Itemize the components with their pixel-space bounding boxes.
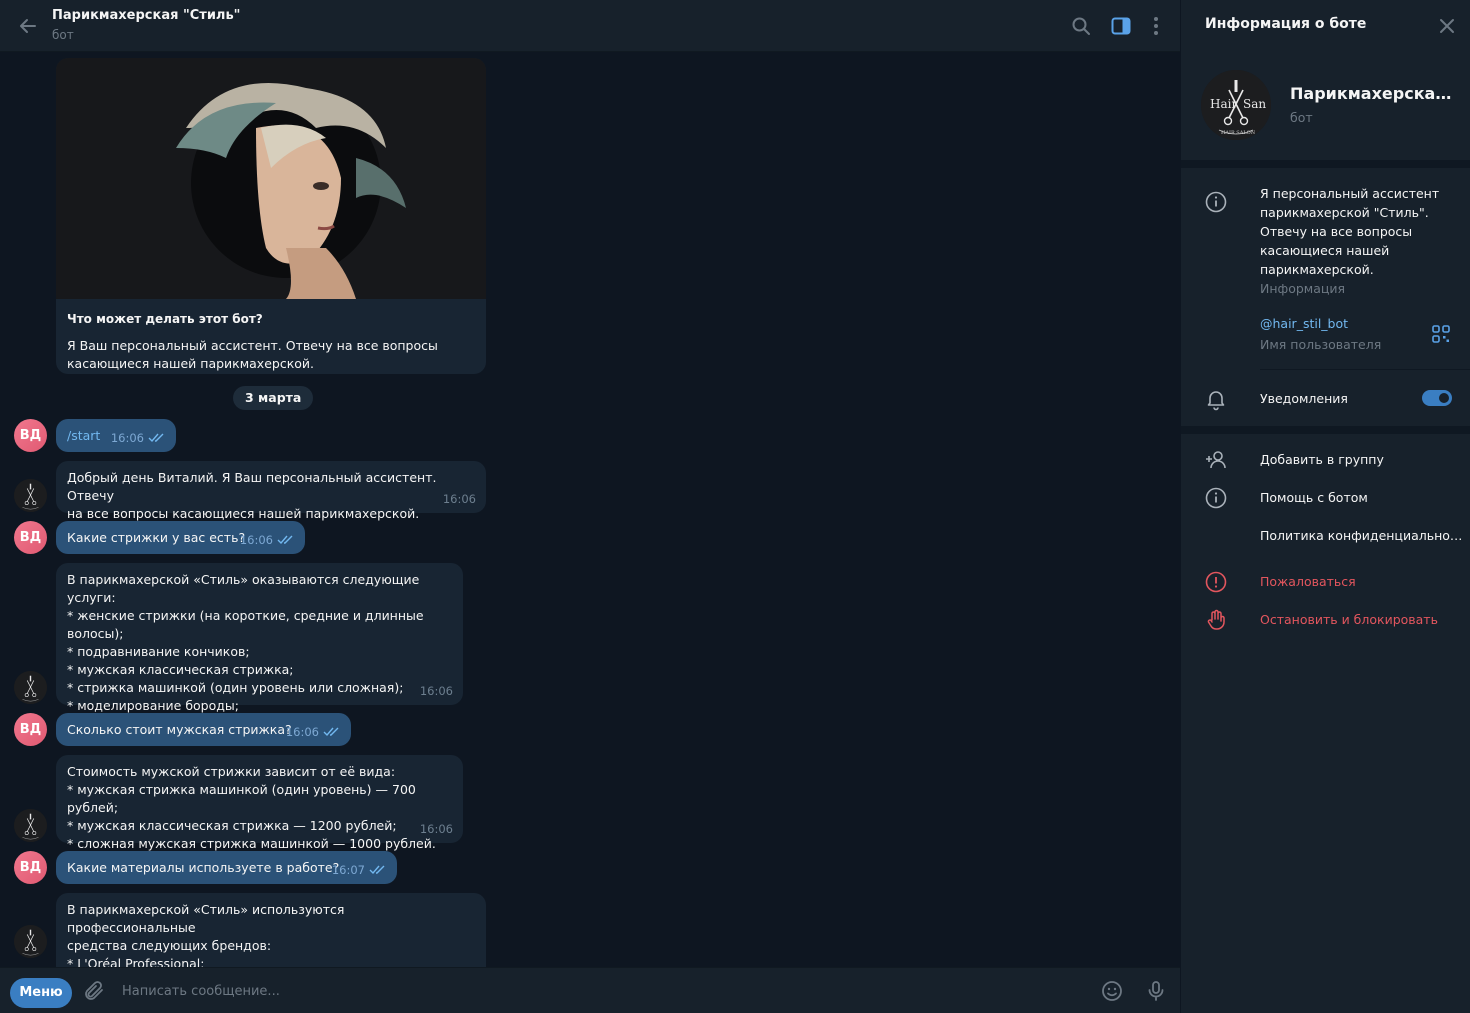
message-text[interactable]: Добрый день Виталий. Я Ваш персональный …: [67, 470, 436, 521]
bot-info-panel: Информация о боте Hair San HAIR SALON Па…: [1180, 0, 1470, 1013]
emoji-icon[interactable]: [1100, 979, 1124, 1003]
info-icon: [1205, 191, 1227, 213]
attach-icon[interactable]: [82, 979, 106, 1003]
bot-username-label: Имя пользователя: [1260, 337, 1382, 352]
bot-description-label: Информация: [1260, 281, 1346, 296]
double-check-icon: [148, 433, 164, 443]
report-icon: [1205, 571, 1227, 593]
bot-profile-subtitle: бот: [1290, 110, 1313, 125]
message-outgoing[interactable]: Сколько стоит мужская стрижка? 16:06: [56, 713, 351, 746]
help-info-icon: [1205, 487, 1227, 509]
logo-ring-text: HAIR SALON: [1221, 130, 1256, 136]
report-button[interactable]: Пожаловаться: [1260, 574, 1465, 589]
message-input[interactable]: [114, 976, 1074, 1006]
chat-subtitle: бот: [52, 28, 74, 42]
bot-intro-card: Что может делать этот бот? Я Ваш персона…: [56, 58, 486, 374]
close-icon[interactable]: [1435, 14, 1459, 38]
message-list[interactable]: Что может делать этот бот? Я Ваш персона…: [0, 52, 1180, 967]
add-to-group-button[interactable]: Добавить в группу: [1260, 452, 1465, 467]
block-hand-icon: [1207, 609, 1225, 630]
bell-icon: [1207, 391, 1225, 411]
message-text[interactable]: Какие стрижки у вас есть?: [67, 530, 245, 545]
message-text[interactable]: В парикмахерской «Стиль» используются пр…: [67, 902, 344, 967]
bot-description: Я персональный ассистент парикмахерской …: [1260, 186, 1440, 277]
bot-avatar[interactable]: [14, 671, 47, 704]
message-outgoing[interactable]: Какие стрижки у вас есть? 16:06: [56, 521, 305, 554]
privacy-policy-button[interactable]: Политика конфиденциальности: [1260, 528, 1465, 543]
message-time: 16:06: [110, 431, 144, 445]
user-avatar[interactable]: ВД: [14, 851, 47, 884]
bot-intro-text: Я Ваш персональный ассистент. Отвечу на …: [67, 338, 438, 371]
message-text[interactable]: В парикмахерской «Стиль» оказываются сле…: [67, 572, 424, 731]
logo-text-right: San: [1243, 97, 1266, 111]
user-avatar[interactable]: ВД: [14, 713, 47, 746]
double-check-icon: [277, 535, 293, 545]
message-incoming[interactable]: В парикмахерской «Стиль» используются пр…: [56, 893, 486, 967]
bot-help-button[interactable]: Помощь с ботом: [1260, 490, 1465, 505]
row-divider: [1260, 369, 1470, 370]
message-time: 16:06: [239, 533, 273, 547]
message-text[interactable]: Стоимость мужской стрижки зависит от её …: [67, 764, 436, 851]
bot-profile-avatar[interactable]: Hair San HAIR SALON: [1201, 70, 1271, 140]
message-time: 16:06: [419, 822, 453, 836]
message-text[interactable]: Какие материалы используете в работе?: [67, 860, 339, 875]
stop-and-block-button[interactable]: Остановить и блокировать: [1260, 612, 1465, 627]
message-incoming[interactable]: Добрый день Виталий. Я Ваш персональный …: [56, 461, 486, 521]
search-icon[interactable]: [1069, 14, 1093, 38]
message-text[interactable]: Сколько стоит мужская стрижка?: [67, 722, 292, 737]
add-user-icon: [1206, 451, 1226, 469]
message-time: 16:06: [442, 492, 476, 506]
sidebar-toggle-icon[interactable]: [1109, 14, 1133, 38]
message-outgoing[interactable]: /start 16:06: [56, 419, 176, 452]
logo-text-left: Hair: [1210, 97, 1237, 111]
chat-area: Парикмахерская "Стиль" бот Что может дел…: [0, 0, 1180, 1013]
double-check-icon: [369, 865, 385, 875]
qr-code-icon[interactable]: [1431, 324, 1451, 344]
bot-intro-image: [56, 58, 486, 299]
message-outgoing[interactable]: Какие материалы используете в работе? 16…: [56, 851, 397, 884]
message-time: 16:07: [331, 863, 365, 877]
microphone-icon[interactable]: [1144, 979, 1168, 1003]
message-text[interactable]: /start: [67, 428, 100, 443]
bot-avatar[interactable]: [14, 809, 47, 842]
user-avatar[interactable]: ВД: [14, 419, 47, 452]
message-composer: Меню: [0, 967, 1180, 1013]
notifications-toggle[interactable]: [1422, 390, 1452, 406]
back-arrow-icon[interactable]: [16, 14, 40, 38]
bot-menu-button[interactable]: Меню: [10, 978, 72, 1008]
panel-title: Информация о боте: [1205, 16, 1367, 32]
bot-avatar[interactable]: [14, 479, 47, 512]
message-time: 16:06: [419, 684, 453, 698]
bot-intro-title: Что может делать этот бот?: [67, 312, 263, 326]
bot-username[interactable]: @hair_stil_bot: [1260, 316, 1348, 331]
chat-title[interactable]: Парикмахерская "Стиль": [52, 8, 240, 23]
double-check-icon: [323, 727, 339, 737]
bot-avatar[interactable]: [14, 925, 47, 958]
message-incoming[interactable]: Стоимость мужской стрижки зависит от её …: [56, 755, 463, 851]
more-menu-icon[interactable]: [1144, 14, 1168, 38]
user-avatar[interactable]: ВД: [14, 521, 47, 554]
message-time: 16:06: [285, 725, 319, 739]
chat-header: Парикмахерская "Стиль" бот: [0, 0, 1180, 52]
section-divider: [1181, 426, 1470, 434]
bot-profile-name: Парикмахерская "Стиль": [1290, 84, 1460, 103]
section-divider: [1181, 160, 1470, 168]
message-incoming[interactable]: В парикмахерской «Стиль» оказываются сле…: [56, 563, 463, 731]
date-separator: 3 марта: [233, 386, 314, 410]
